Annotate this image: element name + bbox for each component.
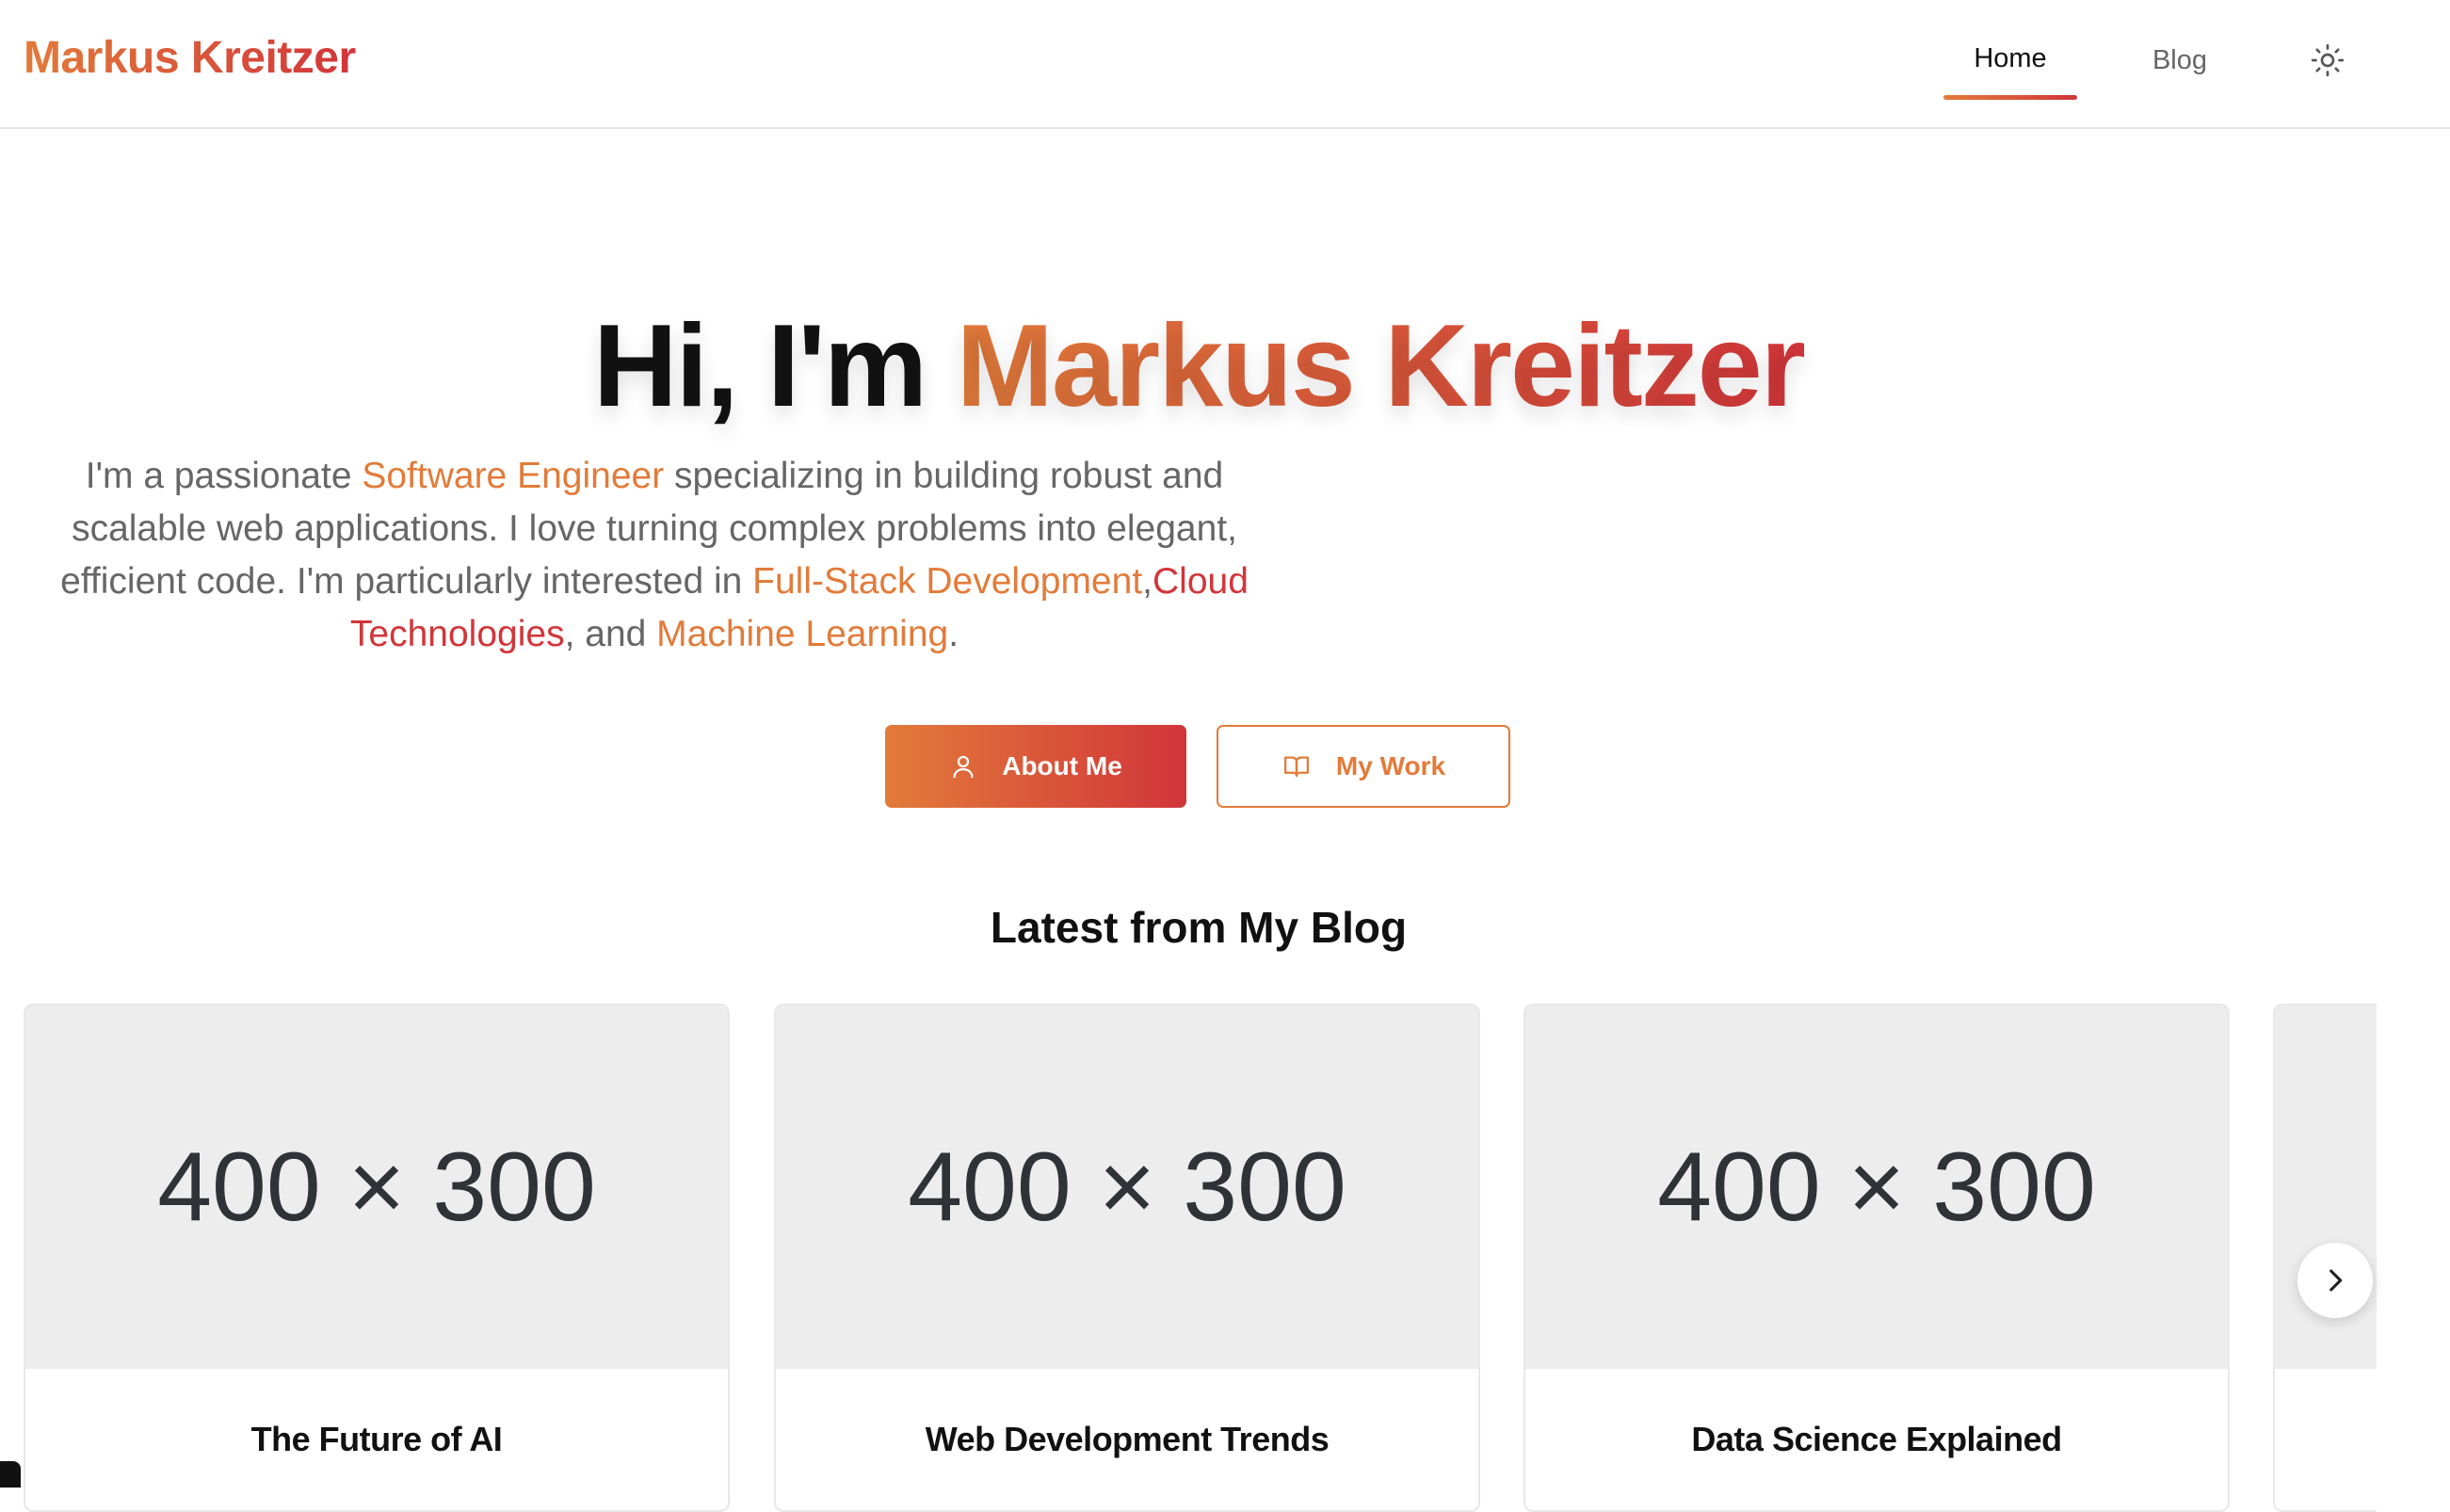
user-icon <box>953 755 974 779</box>
blog-card-title[interactable]: Data Science Explained <box>1525 1420 2228 1459</box>
hero-desc-highlight-full-stack: Full-Stack Development <box>752 561 1143 602</box>
hero-desc-text-5: . <box>948 614 959 654</box>
about-me-button[interactable]: About Me <box>885 725 1186 808</box>
hero-desc-highlight-software-engineer: Software Engineer <box>362 456 665 496</box>
carousel-next-button[interactable] <box>2297 1243 2373 1318</box>
hero-title: Hi, I'm Markus Kreitzer <box>0 299 2397 433</box>
hero-description: I'm a passionate Software Engineer speci… <box>38 450 1271 661</box>
my-work-label: My Work <box>1335 751 1446 780</box>
chevron-right-icon <box>2329 1269 2343 1292</box>
blog-section-title: Latest from My Blog <box>990 903 1408 952</box>
blog-card-title[interactable]: The Future of AI <box>25 1420 728 1459</box>
about-me-label: About Me <box>1002 751 1122 780</box>
hero-desc-highlight-ml: Machine Learning <box>656 614 949 654</box>
blog-card[interactable]: 400 × 300 Web Development Trends <box>774 1004 1480 1512</box>
my-work-button[interactable]: My Work <box>1217 725 1510 808</box>
blog-card-image: 400 × 300 <box>25 1005 728 1369</box>
hero-desc-text-4: , and <box>564 614 657 654</box>
blog-card-title[interactable]: Web Development Trends <box>776 1420 1478 1459</box>
book-open-icon <box>1283 756 1309 778</box>
theme-toggle-button[interactable] <box>2309 41 2346 79</box>
nav-blog[interactable]: Blog <box>2137 38 2222 98</box>
corner-badge <box>0 1461 21 1488</box>
nav-home[interactable]: Home <box>1943 38 2077 100</box>
sun-icon <box>2311 43 2345 77</box>
hero-title-prefix: Hi, I'm <box>593 301 927 431</box>
blog-card-image: 400 × 300 <box>776 1005 1478 1369</box>
hero-desc-text-3: , <box>1142 561 1152 602</box>
blog-card[interactable]: 400 × 300 Data Science Explained <box>1523 1004 2230 1512</box>
blog-card[interactable]: 400 × 300 The Future of AI <box>24 1004 730 1512</box>
blog-card-image: 400 × 300 <box>1525 1005 2228 1369</box>
site-header: Markus Kreitzer Home Blog <box>0 0 2450 129</box>
brand-logo[interactable]: Markus Kreitzer <box>24 32 356 84</box>
hero-title-name: Markus Kreitzer <box>956 301 1806 431</box>
hero-desc-text-1: I'm a passionate <box>85 456 363 496</box>
